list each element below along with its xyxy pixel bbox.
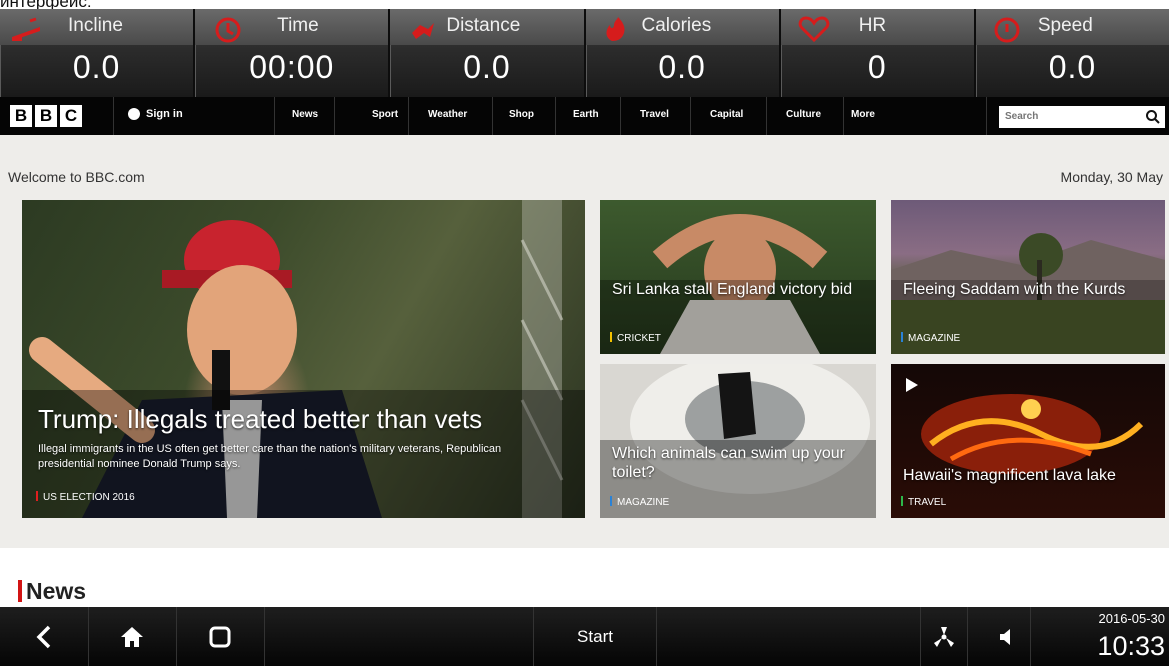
story-title: Fleeing Saddam with the Kurds bbox=[903, 281, 1126, 298]
search-box bbox=[999, 106, 1165, 128]
stat-label: Time bbox=[277, 15, 319, 36]
story-tag: CRICKET bbox=[610, 332, 661, 344]
incline-icon bbox=[12, 17, 40, 41]
nav-shop[interactable]: Shop bbox=[509, 109, 534, 120]
hero-tag: US ELECTION 2016 bbox=[36, 491, 135, 503]
hero-summary: Illegal immigrants in the US often get b… bbox=[38, 443, 502, 470]
date-text: Monday, 30 May bbox=[1060, 169, 1163, 185]
news-section-heading: News bbox=[18, 580, 86, 603]
sign-in-link[interactable]: Sign in bbox=[128, 108, 183, 120]
stat-label: HR bbox=[858, 15, 887, 36]
story-card[interactable]: Fleeing Saddam with the Kurds MAGAZINE bbox=[891, 200, 1165, 354]
play-icon[interactable] bbox=[905, 378, 919, 392]
bbc-navbar: B B C Sign in News Sport Weather Shop Ea… bbox=[0, 97, 1169, 135]
logo-letter: B bbox=[10, 105, 32, 127]
stat-calories: Calories 0.0 bbox=[585, 9, 781, 97]
nav-weather[interactable]: Weather bbox=[428, 109, 467, 120]
clock-icon bbox=[215, 17, 241, 43]
story-card[interactable]: Hawaii's magnificent lava lake TRAVEL bbox=[891, 364, 1165, 518]
stat-value: 00:00 bbox=[249, 49, 335, 85]
volume-button[interactable] bbox=[984, 607, 1031, 666]
story-tag: TRAVEL bbox=[901, 496, 946, 508]
story-card[interactable]: Sri Lanka stall England victory bid CRIC… bbox=[600, 200, 876, 354]
welcome-text: Welcome to BBC.com bbox=[8, 169, 145, 185]
story-title: Which animals can swim up your toilet? bbox=[612, 445, 845, 481]
fan-icon bbox=[934, 626, 954, 647]
flame-icon bbox=[606, 17, 625, 41]
heart-icon bbox=[798, 16, 829, 43]
search-icon[interactable] bbox=[1145, 109, 1161, 125]
start-button[interactable]: Start bbox=[533, 607, 657, 666]
back-icon bbox=[36, 625, 51, 648]
speedometer-icon bbox=[994, 17, 1020, 43]
story-title: Hawaii's magnificent lava lake bbox=[903, 467, 1116, 484]
nav-sport[interactable]: Sport bbox=[372, 109, 398, 120]
stat-value: 0.0 bbox=[658, 49, 706, 85]
sign-in-label: Sign in bbox=[146, 108, 183, 120]
stat-label: Incline bbox=[68, 15, 123, 36]
fan-button[interactable] bbox=[920, 607, 968, 666]
stat-value: 0.0 bbox=[463, 49, 511, 85]
stat-incline: Incline 0.0 bbox=[0, 9, 196, 97]
stat-value: 0 bbox=[867, 49, 887, 85]
workout-stats-bar: Incline 0.0 Time 00:00 Distance 0.0 Calo… bbox=[0, 9, 1169, 97]
stat-label: Speed bbox=[1037, 15, 1093, 36]
story-title: Sri Lanka stall England victory bid bbox=[612, 281, 853, 298]
story-tag: MAGAZINE bbox=[901, 332, 960, 344]
stat-distance: Distance 0.0 bbox=[390, 9, 586, 97]
recent-apps-button[interactable] bbox=[176, 607, 265, 666]
story-image bbox=[921, 394, 1144, 474]
nav-travel[interactable]: Travel bbox=[640, 109, 669, 120]
story-image bbox=[600, 364, 876, 518]
bbc-logo[interactable]: B B C bbox=[10, 105, 82, 127]
story-tag: MAGAZINE bbox=[610, 496, 669, 508]
user-icon bbox=[128, 108, 140, 120]
hero-title: Trump: Illegals treated better than vets bbox=[38, 404, 483, 434]
back-button[interactable] bbox=[0, 607, 89, 666]
speaker-icon bbox=[1000, 628, 1010, 645]
stat-time: Time 00:00 bbox=[195, 9, 391, 97]
square-icon bbox=[209, 626, 231, 647]
stat-value: 0.0 bbox=[72, 49, 121, 85]
logo-letter: C bbox=[60, 105, 82, 127]
story-image bbox=[891, 233, 1165, 354]
home-icon bbox=[121, 626, 143, 647]
stat-label: Calories bbox=[641, 15, 712, 36]
start-label: Start bbox=[577, 626, 613, 646]
nav-more[interactable]: More bbox=[851, 109, 875, 120]
stat-value: 0.0 bbox=[1048, 49, 1097, 85]
taskbar-time: 10:33 bbox=[1097, 631, 1165, 661]
story-image bbox=[600, 214, 876, 354]
hero-story[interactable]: Trump: Illegals treated better than vets… bbox=[22, 200, 585, 518]
nav-culture[interactable]: Culture bbox=[786, 109, 821, 120]
nav-news[interactable]: News bbox=[292, 109, 318, 120]
stat-speed: Speed 0.0 bbox=[975, 9, 1169, 97]
logo-letter: B bbox=[35, 105, 57, 127]
stat-hr: HR 0 bbox=[780, 9, 976, 97]
nav-capital[interactable]: Capital bbox=[710, 109, 743, 120]
news-section bbox=[0, 548, 1169, 608]
runner-icon bbox=[412, 23, 435, 39]
system-taskbar: Start 2016-05-30 10:33 bbox=[0, 607, 1169, 666]
home-button[interactable] bbox=[88, 607, 177, 666]
nav-earth[interactable]: Earth bbox=[573, 109, 599, 120]
search-input[interactable] bbox=[999, 106, 1145, 127]
taskbar-date: 2016-05-30 bbox=[1098, 611, 1166, 626]
stat-label: Distance bbox=[446, 15, 521, 36]
story-card[interactable]: Which animals can swim up your toilet? M… bbox=[600, 364, 876, 518]
